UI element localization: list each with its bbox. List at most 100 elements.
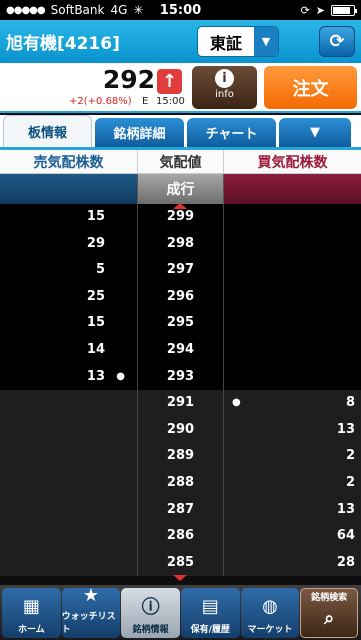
- price-level: 288: [137, 469, 224, 497]
- buy-qty: ● 8: [224, 390, 361, 417]
- buy-qty: 2: [345, 448, 355, 464]
- table-row[interactable]: 286 64: [0, 523, 361, 550]
- sell-qty: 29: [86, 235, 105, 251]
- sell-qty: [0, 523, 137, 550]
- price-level: 289: [137, 443, 224, 470]
- sell-qty: 14: [86, 341, 105, 357]
- price-level: 294: [137, 336, 224, 364]
- stock-title: 旭有機[4216]: [6, 34, 120, 54]
- scroll-up-arrow-icon[interactable]: [173, 203, 187, 209]
- table-row[interactable]: 290 13: [0, 416, 361, 444]
- tab-order-book[interactable]: 板情報: [3, 115, 92, 147]
- nav-home[interactable]: ▦ ホーム: [2, 588, 61, 638]
- own-order-dot-icon: ●: [116, 370, 125, 382]
- info-button[interactable]: i info: [192, 66, 257, 109]
- buy-qty: 64: [336, 528, 355, 544]
- table-row[interactable]: 289 2: [0, 443, 361, 470]
- quote-panel: 292 ↑ +2(+0.68%) E 15:00 i info 注文: [0, 63, 361, 113]
- sell-qty: 25: [86, 288, 105, 304]
- dropdown-triangle-icon: ▼: [310, 125, 320, 140]
- exchange-label: 東証: [210, 33, 243, 53]
- sell-qty-value: 13: [86, 368, 105, 384]
- nav-label: マーケット: [247, 625, 293, 635]
- nav-watchlist[interactable]: ★ ウォッチリスト: [61, 585, 121, 638]
- tab-bar: 板情報 銘柄詳細 チャート ▼: [0, 115, 361, 150]
- sell-qty: [0, 550, 137, 577]
- nav-market[interactable]: ◍ マーケット: [240, 588, 300, 638]
- table-row[interactable]: 288 2: [0, 469, 361, 497]
- price-level: 297: [137, 257, 224, 284]
- buy-qty: [224, 337, 361, 364]
- table-row[interactable]: 13 ● 293: [0, 363, 361, 391]
- chevron-down-icon: ▼: [254, 27, 278, 56]
- sell-qty: 13 ●: [0, 364, 137, 391]
- order-book-header: 売気配株数 気配値 買気配株数: [0, 150, 361, 174]
- watchlist-star-icon: ★: [82, 585, 100, 606]
- price-level: 287: [137, 496, 224, 524]
- price-level: 285: [137, 549, 224, 577]
- order-button[interactable]: 注文: [264, 66, 357, 109]
- sell-qty: [0, 470, 137, 497]
- exchange-select[interactable]: 東証 ▼: [197, 26, 279, 57]
- search-magnifier-icon: ⌕: [324, 607, 335, 629]
- tab-more-button[interactable]: ▼: [279, 118, 351, 147]
- sell-qty-header: 売気配株数: [33, 154, 104, 171]
- price-level: 296: [137, 283, 224, 311]
- current-price: 292: [102, 65, 155, 94]
- stock-info-icon: ⓘ: [141, 597, 160, 618]
- refresh-button[interactable]: ⟳: [319, 26, 355, 57]
- table-row[interactable]: 291 ● 8: [0, 390, 361, 417]
- nav-holdings-history[interactable]: ▤ 保有/履歴: [180, 588, 240, 638]
- bottom-nav: ▦ ホーム ★ ウォッチリスト ⓘ 銘柄情報 ▤ 保有/履歴 ◍ マーケット 銘柄検索 ⌕: [0, 585, 361, 640]
- nav-stock-info[interactable]: ⓘ 銘柄情報: [121, 588, 180, 638]
- nav-label: ホーム: [17, 625, 45, 635]
- buy-qty: 2: [345, 474, 355, 490]
- nav-label: 保有/履歴: [190, 625, 230, 635]
- buy-qty: [224, 364, 361, 391]
- own-order-dot-icon: ●: [232, 397, 241, 409]
- sell-qty: 15: [86, 209, 105, 224]
- table-row[interactable]: 29 298: [0, 230, 361, 258]
- market-order-row: 成行: [0, 174, 361, 204]
- market-buy-cell: [224, 174, 361, 204]
- nav-stock-search[interactable]: 銘柄検索 ⌕: [300, 588, 358, 638]
- globe-icon: ◍: [262, 595, 278, 617]
- table-row[interactable]: 25 296: [0, 283, 361, 311]
- clipboard-icon: ▤: [201, 595, 219, 617]
- buy-qty: 28: [336, 554, 355, 570]
- quote-time: 15:00: [156, 96, 185, 107]
- sell-qty: 15: [86, 315, 105, 331]
- table-row[interactable]: 15 295: [0, 310, 361, 337]
- sell-qty: [0, 497, 137, 524]
- battery-icon: [331, 4, 357, 16]
- buy-qty: [224, 310, 361, 337]
- sell-qty: [0, 390, 137, 417]
- order-book: 15 299 29 298 5 297 25 296 15 295 14 294 13 ● 29…: [0, 204, 361, 585]
- price-level: 298: [137, 230, 224, 258]
- home-grid-icon: ▦: [22, 595, 40, 617]
- tab-stock-details[interactable]: 銘柄詳細: [95, 118, 184, 147]
- market-order-label: 成行: [137, 174, 224, 204]
- nav-label: 銘柄検索: [311, 593, 348, 603]
- price-level: 291: [137, 390, 224, 417]
- buy-qty: 13: [336, 501, 355, 517]
- buy-qty: [224, 284, 361, 311]
- info-label: info: [215, 89, 234, 100]
- scroll-down-arrow-icon[interactable]: [173, 575, 187, 581]
- buy-qty: [224, 257, 361, 284]
- tab-chart[interactable]: チャート: [187, 118, 276, 147]
- buy-qty: 13: [336, 421, 355, 437]
- sell-qty: [0, 417, 137, 444]
- table-row[interactable]: 14 294: [0, 336, 361, 364]
- nav-label: ウォッチリスト: [61, 612, 116, 635]
- sell-qty: [0, 443, 137, 470]
- refresh-icon: ⟳: [329, 31, 345, 52]
- price-level: 293: [137, 363, 224, 391]
- clock: 15:00: [159, 2, 202, 18]
- price-level: 286: [137, 523, 224, 550]
- table-row[interactable]: 287 13: [0, 496, 361, 524]
- up-arrow-icon: ↑: [157, 69, 182, 94]
- table-row[interactable]: 285 28: [0, 549, 361, 577]
- exchange-flag: E: [142, 96, 149, 107]
- table-row[interactable]: 5 297: [0, 257, 361, 284]
